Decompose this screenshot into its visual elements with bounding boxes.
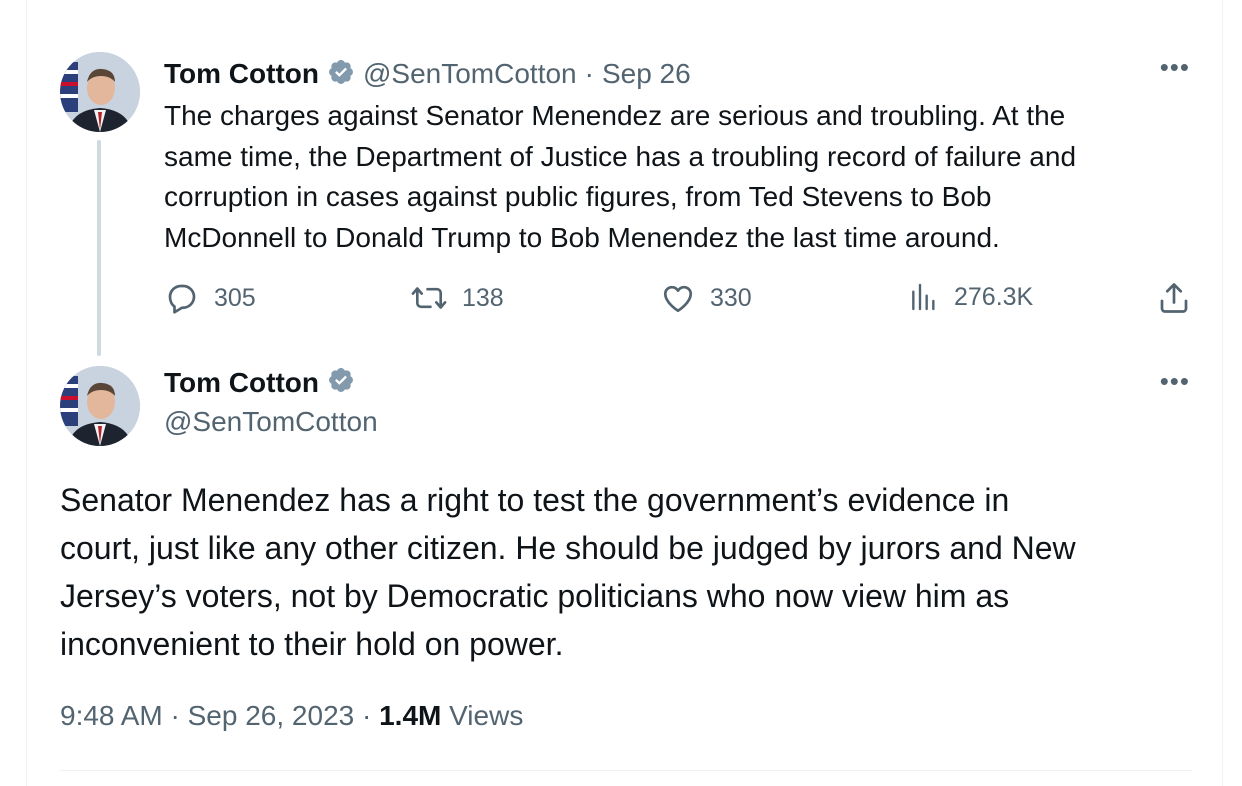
frame-border-right xyxy=(1222,0,1223,786)
author-name[interactable]: Tom Cotton xyxy=(164,367,319,399)
repost-button[interactable]: 138 xyxy=(410,280,504,316)
share-button[interactable] xyxy=(1156,280,1192,316)
views-button[interactable]: 276.3K xyxy=(908,280,1033,314)
like-count: 330 xyxy=(710,283,752,312)
analytics-bars-icon xyxy=(908,280,940,314)
separator-dot: · xyxy=(584,58,594,89)
views-count: 276.3K xyxy=(954,282,1034,311)
tweet-meta: 9:48 AM · Sep 26, 2023 · 1.4M Views xyxy=(60,700,523,732)
reply-count: 305 xyxy=(214,283,256,312)
thread-connector-line xyxy=(97,140,101,356)
more-horizontal-icon[interactable]: ••• xyxy=(1160,52,1190,83)
verified-badge-icon xyxy=(327,58,355,91)
tweet-time[interactable]: 9:48 AM xyxy=(60,700,163,731)
author-handle[interactable]: @SenTomCotton xyxy=(363,58,577,90)
tweet-actions: 305 138 330 276.3K xyxy=(164,280,1194,324)
tweet-text: Senator Menendez has a right to test the… xyxy=(60,482,1076,662)
share-icon xyxy=(1156,280,1192,316)
views-label: Views xyxy=(449,700,524,731)
reply-button[interactable]: 305 xyxy=(164,280,256,316)
verified-badge-icon xyxy=(327,366,355,399)
like-button[interactable]: 330 xyxy=(660,280,752,316)
reply-icon xyxy=(164,280,200,316)
more-horizontal-icon[interactable]: ••• xyxy=(1160,366,1190,397)
tweet-header: Tom Cotton @SenTomCotton · Sep 26 xyxy=(164,54,691,94)
tweet-full-date[interactable]: Sep 26, 2023 xyxy=(188,700,355,731)
repost-count: 138 xyxy=(462,283,504,312)
divider xyxy=(60,770,1192,771)
avatar[interactable] xyxy=(60,366,140,446)
tweet-date[interactable]: Sep 26 xyxy=(602,58,691,90)
tweet-author: Tom Cotton xyxy=(164,366,355,399)
repost-icon xyxy=(410,280,448,316)
tweet-text: The charges against Senator Menendez are… xyxy=(164,100,1077,253)
frame-border-left xyxy=(26,0,27,786)
heart-icon xyxy=(660,280,696,316)
views-total: 1.4M xyxy=(379,700,442,731)
author-handle[interactable]: @SenTomCotton xyxy=(164,406,378,438)
author-name[interactable]: Tom Cotton xyxy=(164,58,319,90)
separator-dot: · xyxy=(362,700,380,731)
avatar[interactable] xyxy=(60,52,140,132)
separator-dot: · xyxy=(170,700,188,731)
